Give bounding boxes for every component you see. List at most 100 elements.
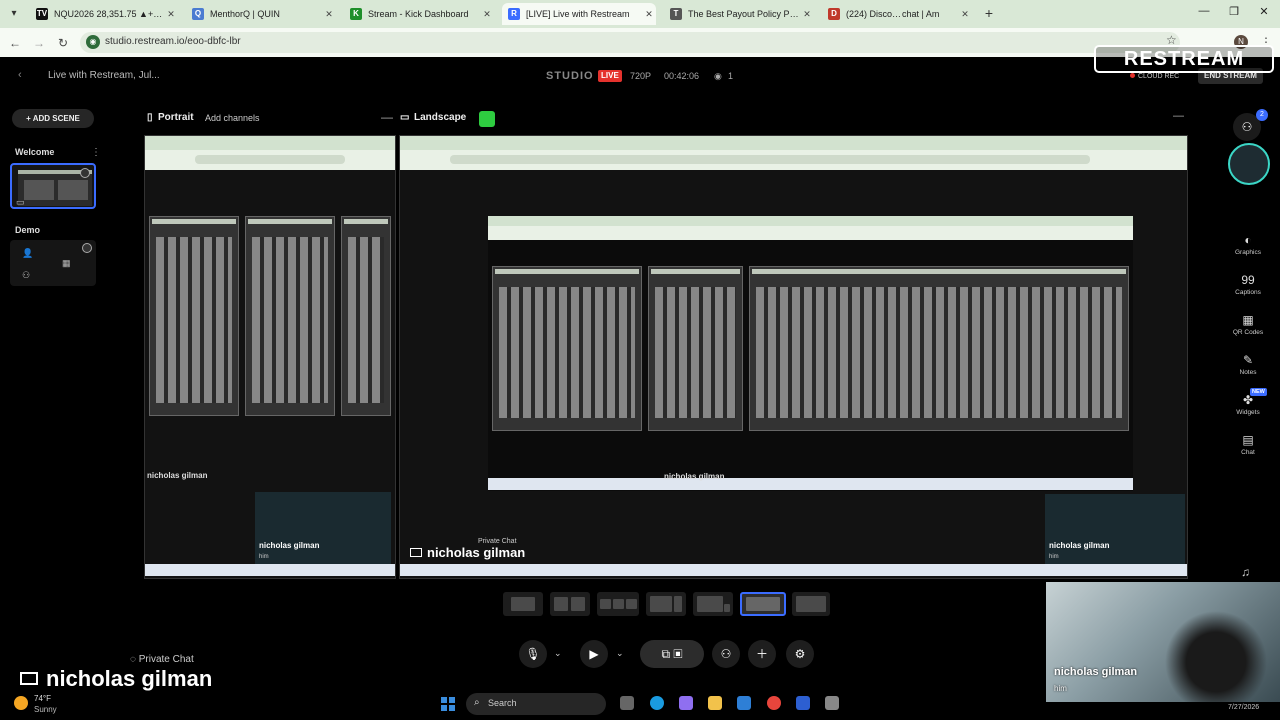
- start-tile: [441, 697, 447, 703]
- start-tile: [441, 705, 447, 711]
- scene-thumb-demo[interactable]: 👤 ⚇ ▦: [10, 240, 96, 286]
- nested-taskbar: [488, 478, 1133, 490]
- nested-tabs: [400, 136, 1187, 150]
- sun-icon: [14, 696, 28, 710]
- chrome-icon[interactable]: [767, 696, 781, 710]
- rail-chat[interactable]: ▤ Chat: [1226, 432, 1270, 456]
- settings-gear-icon[interactable]: ⚙: [786, 640, 814, 668]
- minimize-window-icon[interactable]: —: [1194, 5, 1214, 17]
- webcam-subject: [1156, 602, 1276, 702]
- rail-notes[interactable]: ✎ Notes: [1226, 352, 1270, 376]
- weather-widget[interactable]: 74°F Sunny: [14, 692, 164, 718]
- folder-icon[interactable]: [708, 696, 722, 710]
- close-window-icon[interactable]: ✕: [1254, 5, 1274, 18]
- new-tab-icon[interactable]: +: [981, 5, 997, 21]
- rail-qr-codes[interactable]: ▦ QR Codes: [1226, 312, 1270, 336]
- scene-label-demo[interactable]: Demo: [15, 225, 40, 235]
- windows-start-icon[interactable]: [441, 697, 455, 711]
- address-bar[interactable]: ◉ studio.restream.io/eoo-dbfc-lbr: [80, 32, 1180, 53]
- tab-restream-live[interactable]: R [LIVE] Live with Restream ✕: [502, 3, 656, 25]
- maximize-window-icon[interactable]: ❐: [1224, 5, 1244, 18]
- add-scene-button[interactable]: + ADD SCENE: [12, 109, 94, 128]
- tab-kick-dashboard[interactable]: K Stream - Kick Dashboard ✕: [344, 3, 494, 25]
- store-icon[interactable]: [737, 696, 751, 710]
- reload-icon[interactable]: ↻: [54, 34, 72, 52]
- portrait-canvas[interactable]: nicholas gilman nicholas gilman him: [144, 135, 396, 579]
- layout-option-triple[interactable]: [597, 592, 639, 616]
- nested-studio: [488, 216, 1133, 491]
- layout-option-fullscreen[interactable]: [740, 592, 786, 616]
- layout-option-pip[interactable]: [792, 592, 830, 616]
- url-text[interactable]: studio.restream.io/eoo-dbfc-lbr: [105, 36, 241, 47]
- site-info-icon[interactable]: ◉: [86, 35, 100, 49]
- cloud-rec-label: CLOUD REC: [1138, 73, 1180, 80]
- close-tab-icon[interactable]: ✕: [800, 9, 814, 20]
- taskbar-search[interactable]: ⌕ Search: [466, 693, 606, 715]
- restream-icon: R: [508, 8, 520, 20]
- collapse-landscape-icon[interactable]: —: [1173, 110, 1184, 122]
- landscape-label[interactable]: Landscape: [414, 112, 466, 123]
- preview-block: [24, 180, 54, 200]
- browser-toolbar: ← → ↻ ◉ studio.restream.io/eoo-dbfc-lbr: [0, 28, 1280, 57]
- close-tab-icon[interactable]: ✕: [480, 9, 494, 20]
- start-tile: [449, 705, 455, 711]
- file-explorer-icon[interactable]: [620, 696, 634, 710]
- add-media-button[interactable]: ＋: [748, 640, 776, 668]
- back-arrow-icon[interactable]: ←: [6, 34, 24, 52]
- music-icon[interactable]: ♫: [1241, 565, 1250, 579]
- tab-menthorq[interactable]: Q MenthorQ | QUIN ✕: [186, 3, 336, 25]
- scene-thumb-welcome[interactable]: ▭: [10, 163, 96, 209]
- camera-button[interactable]: ▶: [580, 640, 608, 668]
- scene-menu-icon[interactable]: ⋮: [91, 147, 101, 158]
- monitor-icon: ▭: [400, 112, 410, 123]
- nested-layout-grid: [492, 266, 1129, 431]
- tab-label: The Best Payout Policy Prop Fi: [688, 9, 800, 19]
- tab-tradingview[interactable]: TV NQU2026 28,351.75 ▲+0.25% ✕: [30, 3, 178, 25]
- canvas-lower-third: nicholas gilman: [410, 545, 525, 560]
- screen-share-button[interactable]: ⧉ ▣: [640, 640, 704, 668]
- box-app-icon[interactable]: [825, 696, 839, 710]
- mic-options-chevron-icon[interactable]: ⌄: [554, 648, 562, 659]
- record-dot-icon: [1130, 73, 1135, 78]
- edge-icon[interactable]: [650, 696, 664, 710]
- stream-timer: 00:42:06: [664, 71, 700, 81]
- taskbar-date: 7/27/2026: [1228, 704, 1260, 711]
- app-icon[interactable]: [796, 696, 810, 710]
- forward-arrow-icon[interactable]: →: [30, 34, 48, 52]
- close-tab-icon[interactable]: ✕: [642, 9, 656, 20]
- landscape-cam-name: nicholas gilman: [1049, 541, 1110, 550]
- nested-private-chat: Private Chat: [478, 538, 517, 545]
- close-tab-icon[interactable]: ✕: [164, 9, 178, 20]
- tab-search-dropdown-icon[interactable]: ▾: [6, 6, 22, 22]
- layout-option-sidebar[interactable]: [646, 592, 686, 616]
- collapse-portrait-icon[interactable]: —: [381, 110, 393, 124]
- person-icon: 👤: [22, 248, 34, 258]
- close-tab-icon[interactable]: ✕: [958, 9, 972, 20]
- rail-graphics[interactable]: ◐ Graphics: [1226, 232, 1270, 256]
- layout-block: [600, 599, 611, 609]
- tab-discord[interactable]: D (224) Discord | # chat | Am ✕: [822, 3, 972, 25]
- layout-option-solo[interactable]: [503, 592, 543, 616]
- microphone-button[interactable]: 🎙: [519, 640, 547, 668]
- private-chat-button[interactable]: ◌ Private Chat: [130, 654, 194, 665]
- back-chevron-icon[interactable]: ‹: [18, 69, 22, 81]
- layout-option-split[interactable]: [550, 592, 590, 616]
- landscape-cam-pronouns: him: [1049, 554, 1059, 560]
- nested-pane: [149, 216, 239, 416]
- close-tab-icon[interactable]: ✕: [322, 9, 336, 20]
- add-channels-link[interactable]: Add channels: [205, 113, 260, 123]
- camera-options-chevron-icon[interactable]: ⌄: [616, 648, 624, 659]
- tab-payout-policy[interactable]: T The Best Payout Policy Prop Fi ✕: [664, 3, 814, 25]
- nested-browser-chrome: [400, 136, 1187, 170]
- landscape-canvas[interactable]: nicholas gilman nicholas gilman him: [399, 135, 1188, 579]
- scene-label-welcome[interactable]: Welcome: [15, 147, 54, 157]
- portrait-label[interactable]: Portrait: [158, 112, 194, 123]
- layout-option-screen[interactable]: [693, 592, 733, 616]
- document-icon: T: [670, 8, 682, 20]
- stream-title[interactable]: Live with Restream, Jul...: [48, 70, 160, 81]
- monitor-icon: ▭: [16, 197, 25, 207]
- copilot-icon[interactable]: [679, 696, 693, 710]
- guest-avatar[interactable]: [1228, 143, 1270, 185]
- invite-guest-button[interactable]: ⚇: [712, 640, 740, 668]
- rail-captions[interactable]: 99 Captions: [1226, 272, 1270, 296]
